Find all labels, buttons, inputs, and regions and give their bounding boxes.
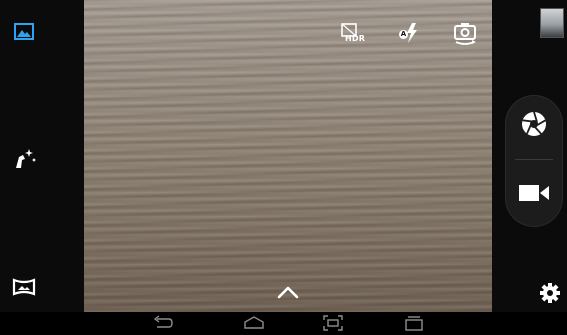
gallery-icon[interactable] xyxy=(14,23,34,40)
back-icon[interactable] xyxy=(151,315,173,331)
shutter-icon[interactable] xyxy=(520,110,548,138)
system-navigation-bar xyxy=(0,312,567,335)
last-photo-thumbnail[interactable] xyxy=(540,8,564,38)
hdr-label: HDR xyxy=(345,34,366,43)
video-camera-icon[interactable] xyxy=(518,184,550,202)
effects-wand-icon[interactable] xyxy=(13,147,37,169)
screenshot-icon[interactable] xyxy=(323,315,343,331)
hdr-off-icon[interactable]: HDR xyxy=(339,22,365,44)
panorama-icon[interactable] xyxy=(12,278,36,296)
settings-gear-icon[interactable] xyxy=(540,283,560,303)
camera-viewfinder[interactable] xyxy=(84,0,492,312)
home-icon[interactable] xyxy=(243,315,265,331)
capture-mode-divider xyxy=(515,159,553,160)
switch-camera-icon[interactable] xyxy=(452,21,478,45)
recents-icon[interactable] xyxy=(403,315,425,331)
flash-auto-icon[interactable]: A xyxy=(397,22,419,44)
chevron-up-icon[interactable] xyxy=(277,285,299,299)
